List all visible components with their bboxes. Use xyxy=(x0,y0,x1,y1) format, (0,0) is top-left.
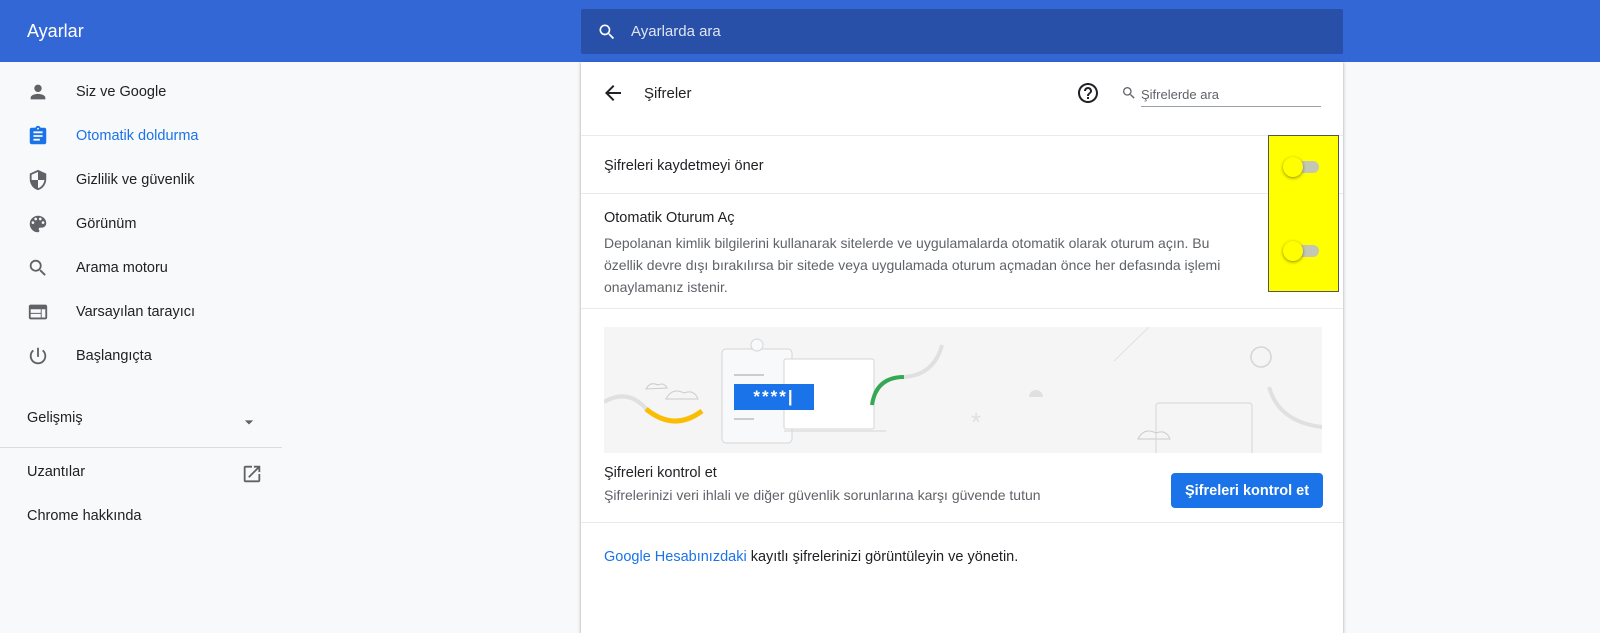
top-bar: Ayarlar xyxy=(0,0,1600,62)
advanced-section-toggle[interactable]: Gelişmiş xyxy=(27,410,259,434)
row-divider xyxy=(581,135,1343,136)
auto-signin-description: Depolanan kimlik bilgilerini kullanarak … xyxy=(604,235,1221,295)
search-icon xyxy=(1121,85,1137,106)
advanced-label: Gelişmiş xyxy=(27,410,83,426)
sidebar-item-search-engine[interactable]: Arama motoru xyxy=(0,246,282,290)
passwords-card: Şifreler Şifreleri kaydetmeyi öner Otoma… xyxy=(581,62,1343,633)
masked-password-field: ****| xyxy=(734,384,814,410)
auto-signin-toggle[interactable] xyxy=(1283,240,1321,262)
app-title: Ayarlar xyxy=(27,21,84,41)
google-account-link[interactable]: Google Hesabınızdaki xyxy=(604,549,747,565)
search-icon xyxy=(27,257,49,279)
auto-signin-title: Otomatik Oturum Aç xyxy=(604,210,735,226)
settings-search-box[interactable] xyxy=(581,9,1343,54)
page-title: Şifreler xyxy=(644,85,692,102)
check-passwords-title: Şifreleri kontrol et xyxy=(604,465,717,481)
help-icon[interactable] xyxy=(1076,81,1100,105)
toggle-knob xyxy=(1283,157,1303,177)
check-passwords-button[interactable]: Şifreleri kontrol et xyxy=(1171,473,1323,508)
sidebar-item-label: Varsayılan tarayıcı xyxy=(76,304,196,320)
row-divider xyxy=(581,308,1343,309)
open-in-new-icon xyxy=(241,463,263,489)
password-search-input[interactable] xyxy=(1141,82,1321,107)
offer-save-label: Şifreleri kaydetmeyi öner xyxy=(604,158,764,174)
sidebar-item-autofill[interactable]: Otomatik doldurma xyxy=(0,114,282,158)
password-check-illustration: * ****| xyxy=(604,327,1322,453)
extensions-label: Uzantılar xyxy=(27,464,86,480)
extensions-link[interactable]: Uzantılar xyxy=(27,464,263,488)
sidebar-item-label: Otomatik doldurma xyxy=(76,128,199,144)
sidebar-item-on-startup[interactable]: Başlangıçta xyxy=(0,334,282,378)
sidebar-item-label: Başlangıçta xyxy=(76,348,152,364)
sidebar-item-default-browser[interactable]: Varsayılan tarayıcı xyxy=(0,290,282,334)
search-icon xyxy=(597,22,617,47)
person-icon xyxy=(27,81,49,103)
sidebar-item-label: Görünüm xyxy=(76,216,137,232)
sidebar-item-appearance[interactable]: Görünüm xyxy=(0,202,282,246)
sidebar-item-privacy[interactable]: Gizlilik ve güvenlik xyxy=(0,158,282,202)
sidebar-item-label: Arama motoru xyxy=(76,260,168,276)
shield-icon xyxy=(27,169,49,191)
svg-text:*: * xyxy=(971,407,981,437)
clipboard-icon xyxy=(27,125,49,147)
password-search[interactable] xyxy=(1121,82,1321,108)
account-passwords-text: kayıtlı şifrelerinizi görüntüleyin ve yö… xyxy=(746,549,1019,565)
sidebar-item-label: Gizlilik ve güvenlik xyxy=(76,172,195,188)
back-arrow-icon[interactable] xyxy=(601,81,625,105)
power-icon xyxy=(27,345,49,367)
about-chrome-link[interactable]: Chrome hakkında xyxy=(27,508,141,524)
browser-icon xyxy=(27,301,49,323)
caret-down-icon xyxy=(239,412,259,436)
row-divider xyxy=(581,522,1343,523)
settings-search-input[interactable] xyxy=(631,9,1311,54)
sidebar: Siz ve Google Otomatik doldurma Gizlilik… xyxy=(0,62,282,633)
check-passwords-description: Şifrelerinizi veri ihlali ve diğer güven… xyxy=(604,487,1041,503)
toggle-knob xyxy=(1283,241,1303,261)
row-divider xyxy=(581,193,1343,194)
offer-save-toggle[interactable] xyxy=(1283,156,1321,178)
account-passwords-line: Google Hesabınızdaki kayıtlı şifrelerini… xyxy=(604,549,1018,565)
palette-icon xyxy=(27,213,49,235)
sidebar-item-label: Siz ve Google xyxy=(76,84,167,100)
sidebar-divider xyxy=(0,447,282,448)
sidebar-item-you-and-google[interactable]: Siz ve Google xyxy=(0,70,282,114)
